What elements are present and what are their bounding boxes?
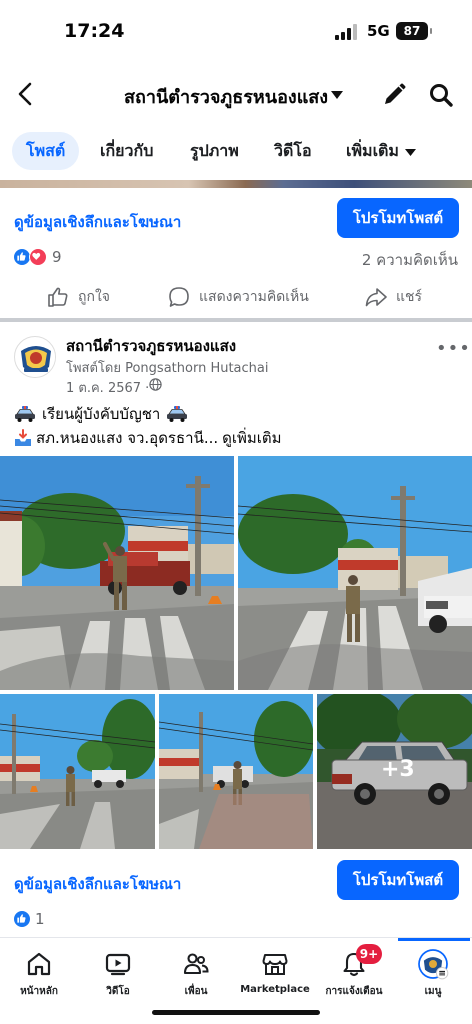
- page-tabs: โพสต์ เกี่ยวกับ รูปภาพ วิดีโอ เพิ่มเติม: [0, 124, 472, 180]
- network-type: 5G: [367, 22, 390, 40]
- nav-home[interactable]: หน้าหลัก: [0, 938, 78, 1008]
- promote-post-button[interactable]: โปรโมทโพสต์: [337, 198, 459, 238]
- inbox-tray-icon: [15, 429, 31, 446]
- back-arrow-icon[interactable]: [14, 80, 38, 108]
- comment-button[interactable]: แสดงความคิดเห็น: [167, 282, 309, 312]
- nav-home-label: หน้าหลัก: [20, 986, 58, 997]
- post-photo-2[interactable]: [238, 456, 472, 690]
- tab-videos[interactable]: วิดีโอ: [274, 132, 312, 170]
- battery-icon: 87: [396, 22, 432, 40]
- nav-menu[interactable]: เมนู: [394, 938, 472, 1008]
- nav-marketplace-label: Marketplace: [240, 984, 310, 995]
- pencil-icon[interactable]: [381, 82, 407, 108]
- nav-menu-label: เมนู: [424, 986, 442, 997]
- home-icon: [27, 952, 51, 976]
- more-photos-count[interactable]: +3: [381, 757, 415, 782]
- post-photo-1[interactable]: [0, 456, 234, 690]
- reactions-count[interactable]: 9: [52, 248, 62, 266]
- tab-about[interactable]: เกี่ยวกับ: [100, 132, 153, 170]
- comment-label: แสดงความคิดเห็น: [199, 289, 309, 305]
- nav-video[interactable]: วิดีโอ: [79, 938, 157, 1008]
- menu-avatar-icon: [418, 949, 449, 980]
- post-text-line-2-label: สภ.หนองแสง จว.อุดรธานี...: [36, 429, 219, 447]
- nav-notifications[interactable]: การแจ้งเตือน: [315, 938, 393, 1008]
- comments-count[interactable]: 2 ความคิดเห็น: [362, 248, 458, 272]
- nav-friends-label: เพื่อน: [184, 986, 208, 997]
- share-button[interactable]: แชร์: [364, 282, 422, 312]
- reactions-count[interactable]: 1: [35, 910, 45, 928]
- page-title[interactable]: สถานีตำรวจภูธรหนองแสง: [124, 82, 328, 111]
- page-avatar[interactable]: [14, 336, 56, 378]
- nav-marketplace[interactable]: Marketplace: [236, 938, 314, 1008]
- home-indicator: [152, 1010, 320, 1015]
- friends-icon: [183, 953, 209, 975]
- chevron-down-icon[interactable]: [404, 148, 417, 157]
- tab-photos[interactable]: รูปภาพ: [190, 132, 239, 170]
- thumbs-up-icon: [48, 287, 68, 307]
- notification-badge: 9+: [356, 944, 382, 964]
- like-reaction-icon: [13, 910, 31, 928]
- cellular-signal-icon: [335, 24, 357, 40]
- nav-notifications-label: การแจ้งเตือน: [325, 986, 383, 997]
- post-text-line-1: เรียนผู้บังคับบัญชา: [14, 402, 188, 426]
- promote-post-button[interactable]: โปรโมทโพสต์: [337, 860, 459, 900]
- post-date[interactable]: 1 ต.ค. 2567 ·: [66, 377, 149, 398]
- post-text-line-2: สภ.หนองแสง จว.อุดรธานี... ดูเพิ่มเติม: [14, 426, 282, 450]
- more-options-icon[interactable]: •••: [436, 338, 471, 359]
- post-page-name[interactable]: สถานีตำรวจภูธรหนองแสง: [66, 334, 236, 358]
- globe-icon: [149, 378, 162, 391]
- like-label: ถูกใจ: [78, 289, 110, 305]
- like-button[interactable]: ถูกใจ: [46, 282, 110, 312]
- post-text-line-1-label: เรียนผู้บังคับบัญชา: [42, 405, 161, 423]
- nav-friends[interactable]: เพื่อน: [157, 938, 235, 1008]
- feed-divider: [0, 318, 472, 322]
- post-photo-4[interactable]: [159, 694, 313, 849]
- police-emblem-icon: [16, 338, 55, 377]
- search-icon[interactable]: [428, 82, 454, 108]
- police-car-icon: [167, 406, 188, 422]
- comment-bubble-icon: [169, 287, 189, 307]
- nav-video-label: วิดีโอ: [106, 986, 130, 997]
- police-car-icon: [15, 406, 35, 422]
- share-label: แชร์: [396, 289, 423, 305]
- status-time: 17:24: [64, 20, 125, 42]
- post-photo-3[interactable]: [0, 694, 155, 849]
- status-bar: 17:24 5G 87: [0, 0, 472, 64]
- marketplace-icon: [262, 954, 288, 975]
- see-more-link[interactable]: ดูเพิ่มเติม: [222, 426, 281, 450]
- share-arrow-icon: [365, 288, 387, 307]
- video-icon: [105, 953, 131, 976]
- posted-by: โพสต์โดย Pongsathorn Hutachai: [66, 361, 269, 376]
- chevron-down-icon[interactable]: [330, 90, 344, 100]
- page-header: สถานีตำรวจภูธรหนองแสง: [0, 64, 472, 124]
- love-reaction-icon: [29, 248, 47, 266]
- tab-more[interactable]: เพิ่มเติม: [346, 132, 399, 170]
- insights-link[interactable]: ดูข้อมูลเชิงลึกและโฆษณา: [14, 210, 181, 234]
- previous-post-image-edge: [0, 180, 472, 188]
- insights-link[interactable]: ดูข้อมูลเชิงลึกและโฆษณา: [14, 872, 181, 896]
- tab-posts[interactable]: โพสต์: [12, 132, 80, 170]
